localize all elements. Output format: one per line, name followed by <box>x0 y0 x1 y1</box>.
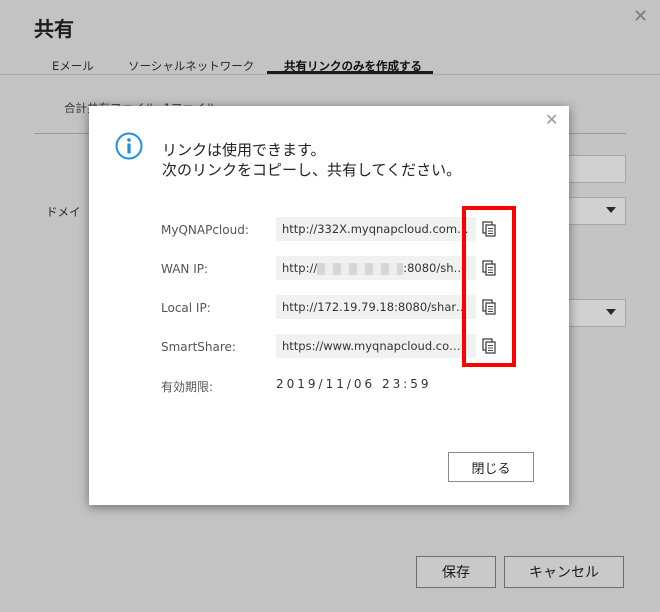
smartshare-label: SmartShare: <box>161 340 236 354</box>
smartshare-url-field[interactable]: https://www.myqnapcloud.com/smartshare <box>276 334 476 358</box>
myqnapcloud-label: MyQNAPcloud: <box>161 223 249 237</box>
message-line-2: 次のリンクをコピーし、共有してください。 <box>162 161 462 179</box>
redacted-ip <box>317 262 404 275</box>
highlight-box <box>462 206 516 367</box>
expiry-label: 有効期限: <box>161 380 214 394</box>
local-ip-url-field[interactable]: http://172.19.79.18:8080/share.cgi <box>276 295 476 319</box>
local-ip-label: Local IP: <box>161 301 211 315</box>
wan-ip-label: WAN IP: <box>161 262 209 276</box>
message-line-1: リンクは使用できます。 <box>162 141 326 159</box>
myqnapcloud-url-field[interactable]: http://332X.myqnapcloud.com:8080/share.c… <box>276 217 476 241</box>
dialog-message: リンクは使用できます。 次のリンクをコピーし、共有してください。 <box>162 140 461 180</box>
close-button[interactable]: 閉じる <box>448 452 534 482</box>
close-x-icon[interactable]: ✕ <box>545 112 558 128</box>
info-circle-icon <box>115 132 143 160</box>
wan-ip-url-field[interactable]: http://:8080/share.cgi <box>276 256 476 280</box>
url-prefix: http:// <box>282 261 318 275</box>
expiry-value: 2019/11/06 23:59 <box>276 377 432 391</box>
